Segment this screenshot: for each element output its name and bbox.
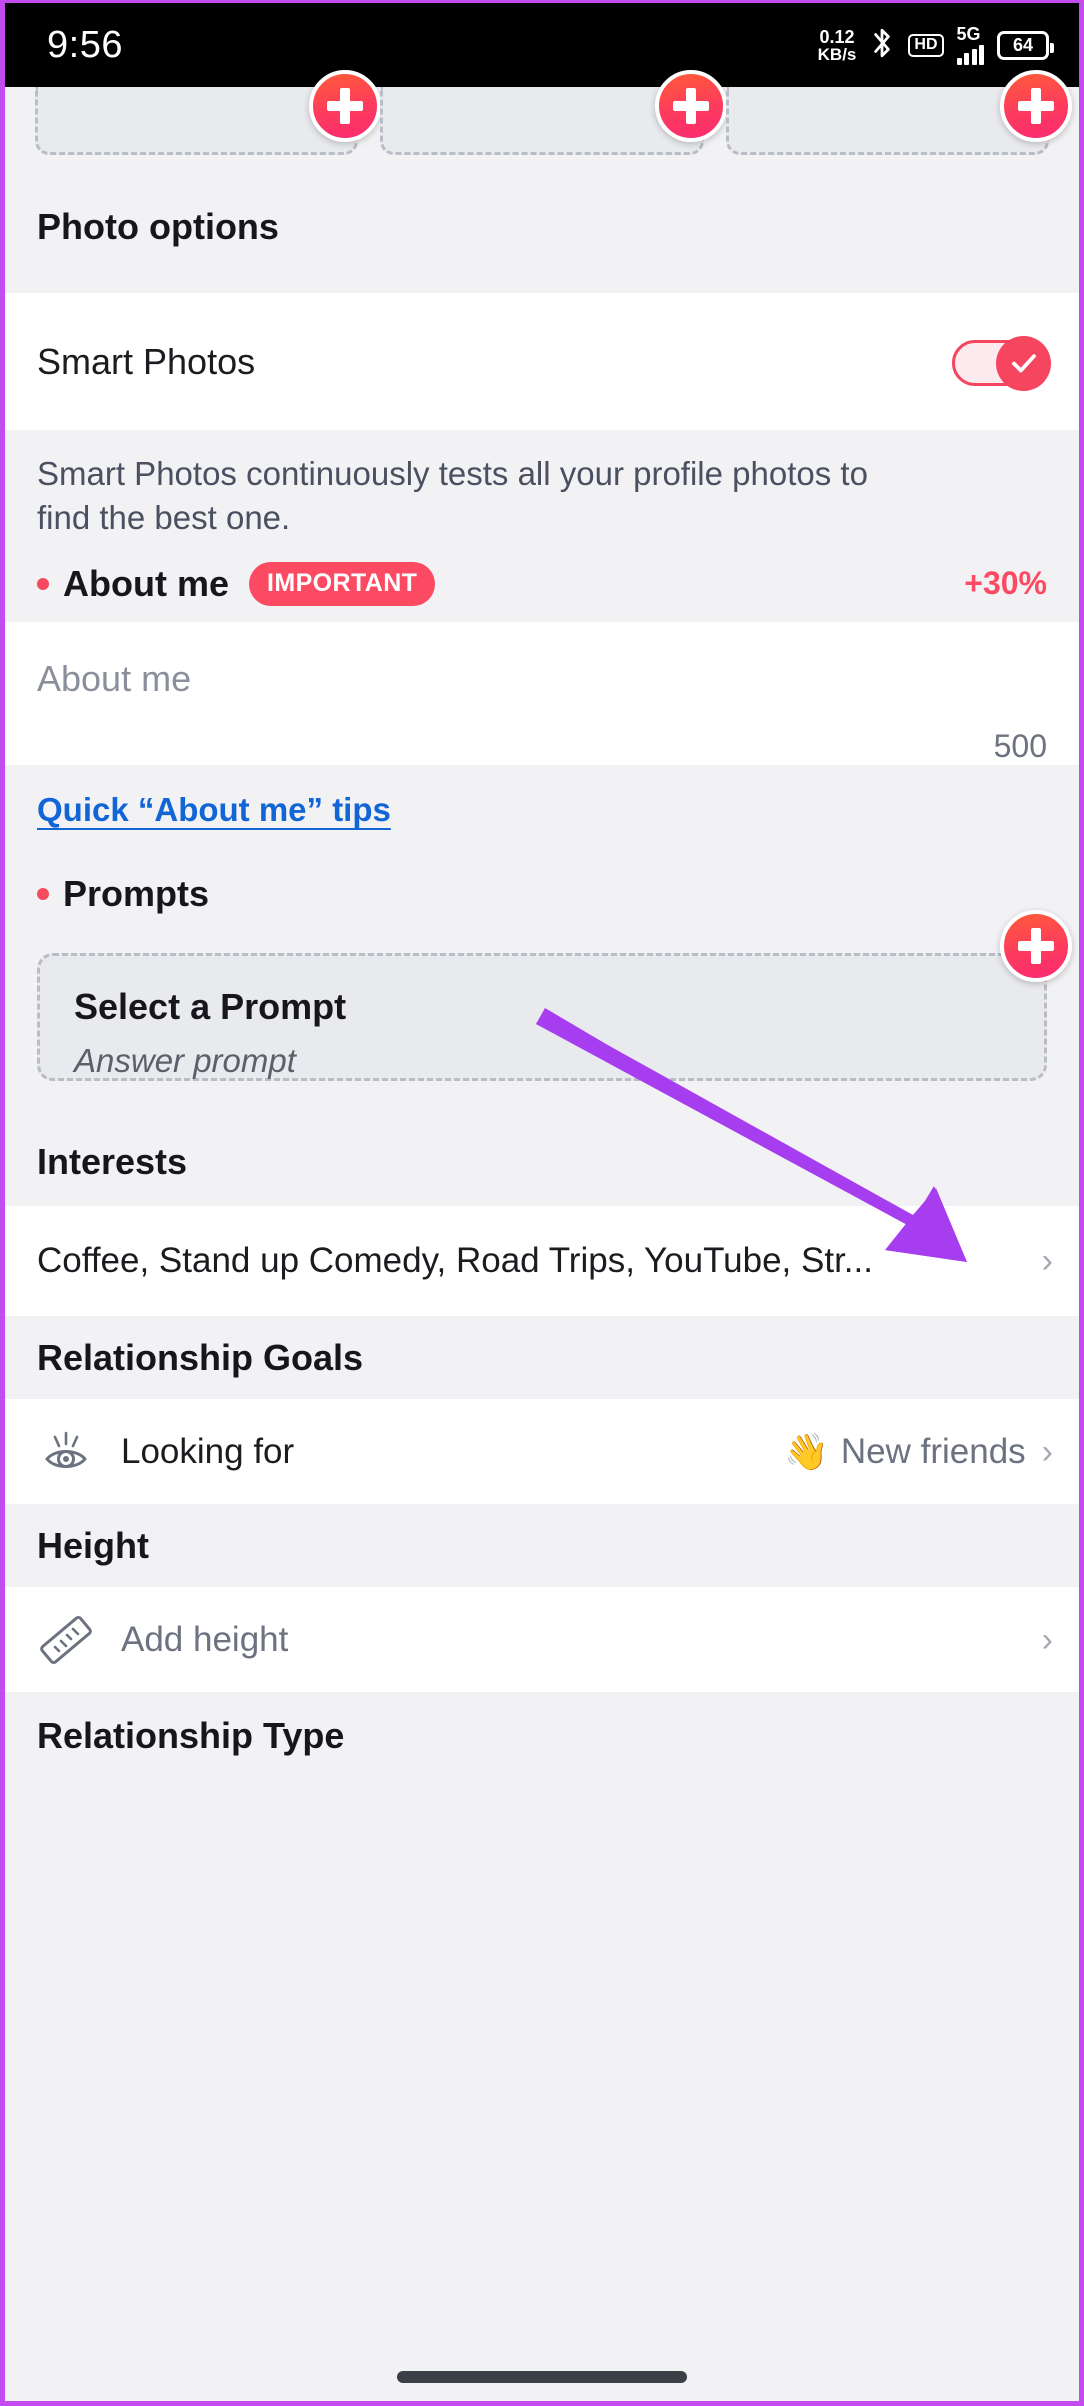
photo-tile[interactable] (725, 70, 1072, 155)
smart-photos-row[interactable]: Smart Photos (5, 293, 1079, 430)
interests-row[interactable]: Coffee, Stand up Comedy, Road Trips, You… (5, 1206, 1079, 1316)
plus-icon (327, 88, 364, 124)
add-photo-button[interactable] (309, 70, 382, 142)
relationship-type-header: Relationship Type (5, 1692, 1079, 1780)
toggle-knob (996, 335, 1051, 391)
prompts-section: Select a Prompt Answer prompt (5, 910, 1079, 1118)
chevron-right-icon: › (1041, 1620, 1053, 1659)
photo-tile[interactable] (35, 70, 382, 155)
prompts-section-title: Prompts (5, 855, 1079, 933)
add-photo-button[interactable] (999, 70, 1072, 142)
add-photo-button[interactable] (654, 70, 727, 142)
about-me-section-title: About me IMPORTANT +30% (5, 545, 1079, 622)
ruler-icon (37, 1613, 95, 1667)
status-time: 9:56 (47, 23, 123, 66)
about-me-tips-wrap: Quick “About me” tips (5, 765, 1079, 855)
height-value: Add height (121, 1619, 289, 1659)
interests-value: Coffee, Stand up Comedy, Road Trips, You… (37, 1241, 873, 1280)
photo-tile[interactable] (380, 70, 727, 155)
prompt-card[interactable]: Select a Prompt Answer prompt (37, 910, 1072, 1081)
eye-icon (37, 1429, 95, 1475)
plus-icon (672, 88, 709, 124)
smart-photos-description: Smart Photos continuously tests all your… (5, 430, 905, 545)
height-row[interactable]: Add height › (5, 1587, 1079, 1692)
network-type-label: 5G (956, 24, 981, 44)
plus-icon (1017, 88, 1054, 124)
chevron-right-icon: › (1041, 1432, 1053, 1471)
about-me-input[interactable]: About me (37, 622, 1047, 700)
bluetooth-icon (869, 26, 895, 65)
wave-hand-emoji: 👋 (784, 1430, 829, 1472)
interests-header: Interests (5, 1118, 1079, 1206)
about-me-percent: +30% (964, 565, 1047, 601)
prompts-title: Prompts (63, 873, 210, 914)
prompt-card-subtitle: Answer prompt (74, 1042, 296, 1079)
smart-photos-label: Smart Photos (37, 340, 256, 382)
plus-icon (1018, 928, 1054, 964)
looking-for-row[interactable]: Looking for 👋 New friends › (5, 1399, 1079, 1504)
check-icon (1011, 354, 1036, 373)
hd-icon: HD (908, 33, 944, 57)
relationship-goals-header: Relationship Goals (5, 1316, 1079, 1399)
phone-screen: 9:56 0.12 KB/s HD 5G 64 Photo options Sm… (0, 0, 1084, 2406)
important-badge: IMPORTANT (249, 561, 436, 606)
home-indicator (397, 2371, 687, 2383)
status-icons: 0.12 KB/s HD 5G 64 (818, 24, 1054, 65)
signal-bars-icon (956, 43, 984, 65)
about-me-input-block[interactable]: About me 500 (5, 622, 1079, 765)
looking-for-value: New friends (840, 1431, 1026, 1471)
required-dot-icon (37, 577, 49, 590)
status-bar: 9:56 0.12 KB/s HD 5G 64 (5, 3, 1079, 87)
network-speed-unit: KB/s (817, 44, 857, 64)
smart-photos-toggle[interactable] (952, 335, 1051, 391)
about-me-char-counter: 500 (993, 728, 1047, 764)
about-me-title: About me (63, 562, 229, 604)
prompts-add-button[interactable] (1000, 910, 1072, 982)
required-dot-icon (37, 888, 49, 900)
looking-for-label: Looking for (121, 1431, 295, 1471)
battery-indicator: 64 (997, 30, 1054, 60)
about-me-tips-link[interactable]: Quick “About me” tips (37, 791, 391, 828)
photo-grid (5, 70, 1079, 160)
battery-level: 64 (1012, 34, 1034, 55)
photo-options-header: Photo options (5, 160, 1079, 293)
height-header: Height (5, 1504, 1079, 1587)
signal-indicator: 5G (956, 24, 984, 65)
prompt-card-title: Select a Prompt (74, 986, 347, 1027)
chevron-right-icon: › (1041, 1242, 1053, 1280)
network-speed-value: 0.12 (819, 26, 855, 47)
network-speed-indicator: 0.12 KB/s (818, 28, 857, 63)
